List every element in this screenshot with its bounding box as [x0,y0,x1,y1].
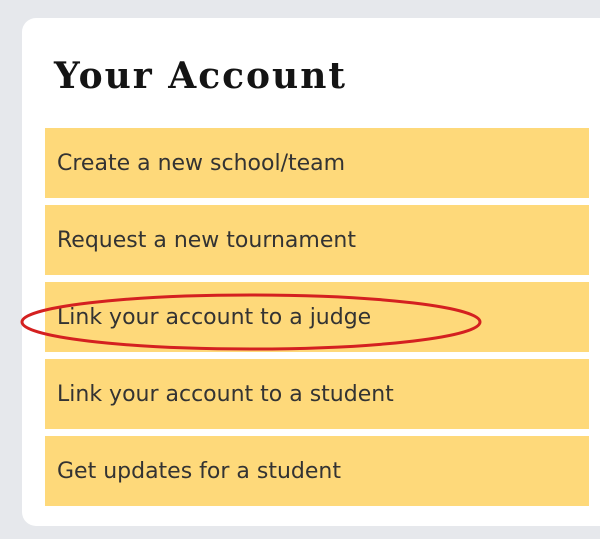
account-title: Your Account [54,55,348,97]
menu-item-link-judge[interactable]: Link your account to a judge [45,282,589,352]
menu-item-link-student[interactable]: Link your account to a student [45,359,589,429]
menu-item-create-school-team[interactable]: Create a new school/team [45,128,589,198]
account-menu: Create a new school/team Request a new t… [45,128,589,506]
menu-item-get-updates-student[interactable]: Get updates for a student [45,436,589,506]
menu-item-request-tournament[interactable]: Request a new tournament [45,205,589,275]
screenshot-frame: Your Account Create a new school/team Re… [0,0,600,539]
